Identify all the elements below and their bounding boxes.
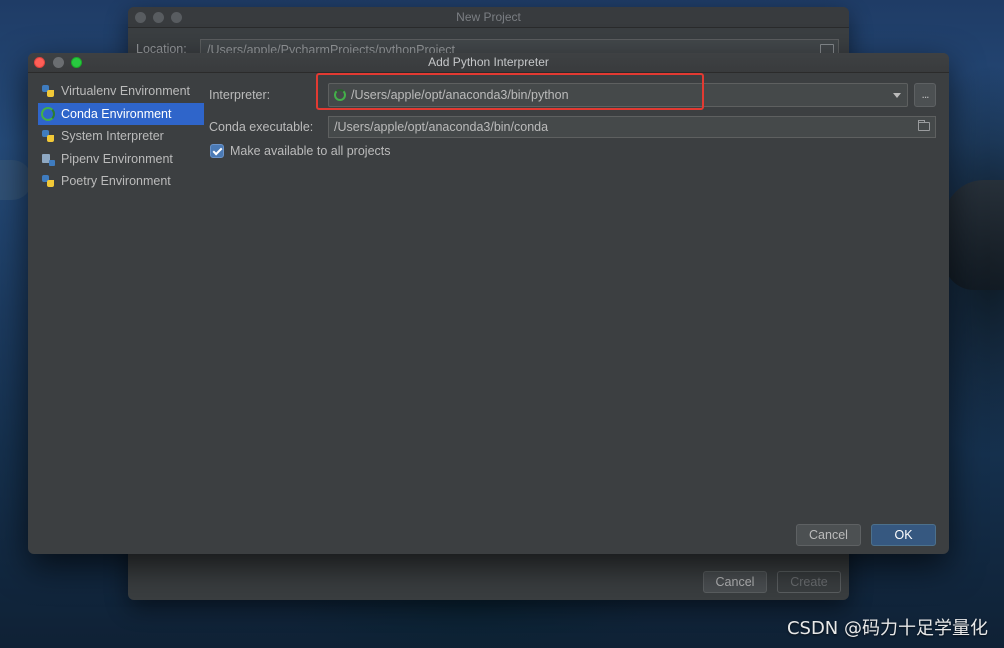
new-project-cancel-button[interactable]: Cancel [703,571,767,593]
folder-icon[interactable] [918,120,930,131]
conda-executable-field[interactable]: /Users/apple/opt/anaconda3/bin/conda [328,116,936,138]
dialog-title: Add Python Interpreter [428,55,549,69]
new-project-footer: Cancel Create [128,549,849,600]
new-project-titlebar: New Project [128,7,849,28]
sidebar-item-virtualenv[interactable]: Virtualenv Environment [38,80,204,102]
python-icon [41,84,55,98]
sidebar-item-pipenv[interactable]: Pipenv Environment [38,148,204,170]
watermark-text: CSDN @码力十足学量化 [786,618,988,639]
maximize-icon[interactable] [71,57,82,68]
interpreter-value: /Users/apple/opt/anaconda3/bin/python [351,88,569,102]
close-icon[interactable] [34,57,45,68]
conda-icon [41,106,55,121]
minimize-icon[interactable] [53,57,64,68]
cancel-button[interactable]: Cancel [796,524,861,546]
sidebar-item-poetry[interactable]: Poetry Environment [38,170,204,192]
chevron-down-icon[interactable] [893,93,901,98]
sidebar-item-conda[interactable]: Conda Environment [38,102,204,125]
close-icon[interactable] [135,12,146,23]
maximize-icon[interactable] [171,12,182,23]
make-available-label: Make available to all projects [230,144,391,158]
python-icon [41,129,55,143]
minimize-icon[interactable] [153,12,164,23]
sidebar-item-label: Poetry Environment [61,174,171,188]
loading-spinner-icon [334,89,346,101]
environment-sidebar: Virtualenv Environment Conda Environment… [38,80,204,193]
sidebar-item-label: Virtualenv Environment [61,84,191,98]
conda-executable-value: /Users/apple/opt/anaconda3/bin/conda [334,120,549,134]
sidebar-item-label: Pipenv Environment [61,151,173,166]
make-available-row: Make available to all projects [210,144,391,158]
interpreter-select[interactable]: /Users/apple/opt/anaconda3/bin/python [328,83,908,107]
sidebar-item-label: Conda Environment [61,106,172,121]
sidebar-item-system[interactable]: System Interpreter [38,125,204,147]
interpreter-row: Interpreter: /Users/apple/opt/anaconda3/… [209,83,936,107]
pipenv-icon [41,152,55,166]
ok-button[interactable]: OK [871,524,936,546]
new-project-title: New Project [456,10,521,24]
create-button[interactable]: Create [777,571,841,593]
wallpaper-rock [944,180,1004,290]
python-icon [41,174,55,188]
interpreter-label: Interpreter: [209,88,271,102]
add-python-interpreter-dialog: Add Python Interpreter Virtualenv Enviro… [28,53,949,554]
conda-executable-row: Conda executable: /Users/apple/opt/anaco… [209,116,936,140]
browse-interpreter-button[interactable]: ... [914,83,936,107]
dialog-titlebar: Add Python Interpreter [28,53,949,73]
conda-executable-label: Conda executable: [209,120,314,134]
sidebar-item-label: System Interpreter [61,129,164,143]
make-available-checkbox[interactable] [210,144,224,158]
